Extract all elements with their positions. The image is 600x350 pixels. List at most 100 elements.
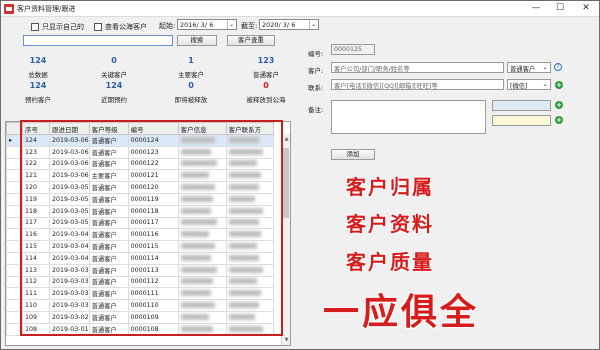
scroll-up-icon[interactable]: ▲ — [282, 134, 290, 144]
search-button[interactable]: 搜索 — [177, 35, 217, 46]
vertical-scrollbar[interactable]: ▲ ▼ — [281, 134, 290, 345]
checkbox-box[interactable] — [31, 23, 39, 31]
checkbox-box[interactable] — [94, 23, 102, 31]
redacted-block — [228, 172, 261, 179]
redacted-block — [180, 219, 217, 226]
customer-input[interactable]: 客户公司/部门/职务/姓名等 — [331, 62, 504, 73]
row-indicator — [6, 310, 23, 324]
redacted-block — [228, 243, 257, 250]
only-mine-checkbox[interactable]: 只显示自己的 — [31, 22, 84, 32]
redacted-cell — [177, 157, 227, 171]
table-cell: 0000113 — [127, 263, 179, 277]
redacted-cell — [177, 287, 227, 301]
extra-field-2[interactable] — [492, 115, 551, 126]
row-indicator-header — [6, 122, 23, 135]
table-cell: 普通客户 — [88, 157, 129, 171]
end-date-value: 2020/ 3/ 6 — [262, 21, 296, 29]
table-cell: 122 — [22, 157, 50, 171]
table-row[interactable]: 109 2019-03-02 普通客户 0000109 — [6, 310, 274, 324]
id-label: 编号: — [308, 50, 324, 58]
view-public-checkbox[interactable]: 查看公海客户 — [94, 22, 147, 32]
table-row[interactable]: 111 2019-03-03 普通客户 0000111 — [6, 287, 274, 301]
table-row[interactable]: 116 2019-03-04 普通客户 0000116 — [6, 228, 274, 242]
redacted-cell — [177, 299, 227, 312]
redacted-cell — [177, 275, 227, 289]
table-cell: 121 — [22, 169, 50, 183]
redacted-cell — [225, 134, 274, 147]
redacted-cell — [177, 216, 227, 230]
stat-label: 主要客户 — [178, 71, 204, 79]
end-date-label: 截至: — [241, 22, 258, 30]
customer-pool-button[interactable]: 客户查重 — [227, 35, 275, 46]
scrollbar-thumb[interactable] — [283, 148, 289, 218]
chevron-down-icon[interactable]: ⌄ — [541, 63, 549, 72]
table-cell: 0000122 — [127, 157, 179, 171]
table-row[interactable]: 108 2019-03-01 普通客户 0000108 — [6, 322, 274, 336]
table-cell: 112 — [22, 275, 50, 289]
table-row[interactable]: 122 2019-03-06 普通客户 0000122 — [6, 157, 274, 171]
table-row[interactable]: 115 2019-03-04 普通客户 0000115 — [6, 240, 274, 253]
row-indicator — [6, 275, 23, 289]
table-row[interactable]: 110 2019-03-03 普通客户 0000110 — [6, 299, 274, 312]
customer-level-select[interactable]: 普通客户 ⌄ — [507, 62, 551, 73]
add-field-icon[interactable]: + — [555, 116, 563, 124]
add-field-icon[interactable]: + — [555, 101, 563, 109]
chevron-down-icon[interactable]: ⌄ — [309, 20, 317, 29]
table-cell: 2019-03-04 — [49, 240, 90, 253]
table-row[interactable]: 112 2019-03-03 普通客户 0000112 — [6, 275, 274, 289]
redacted-cell — [225, 251, 274, 265]
table-row[interactable]: 117 2019-03-05 普通客户 0000117 — [6, 216, 274, 230]
table-row[interactable]: 118 2019-03-05 普通客户 0000118 — [6, 204, 274, 218]
promo-line-2: 客户资料 — [346, 212, 434, 236]
table-row[interactable]: 113 2019-03-03 普通客户 0000113 — [6, 263, 274, 277]
start-date-label: 起始: — [159, 22, 176, 30]
extra-field-1[interactable] — [492, 100, 551, 111]
table-cell: 普通客户 — [88, 322, 129, 336]
stat-label: 预约客户 — [25, 96, 51, 104]
search-input[interactable] — [23, 35, 173, 46]
column-header[interactable]: 客户联系方 — [225, 122, 274, 135]
column-header[interactable]: 跟进日期 — [49, 122, 90, 135]
scroll-down-icon[interactable]: ▼ — [282, 335, 290, 345]
redacted-cell — [177, 251, 227, 265]
table-row[interactable]: 114 2019-03-04 普通客户 0000114 — [6, 251, 274, 265]
chevron-down-icon[interactable]: ⌄ — [227, 20, 235, 29]
table-row[interactable]: ▸ 124 2019-03-06 普通客户 0000124 — [6, 134, 274, 147]
start-date-picker[interactable]: 2016/ 3/ 6 ⌄ — [177, 19, 237, 30]
contact-input[interactable]: 客户[电话][微信][QQ][邮箱][旺旺]等 — [331, 79, 504, 90]
note-textarea[interactable] — [331, 100, 486, 134]
promo-line-1: 客户归属 — [346, 175, 434, 199]
contact-type-select[interactable]: [微信] ⌄ — [507, 79, 551, 90]
minimize-button[interactable]: — — [523, 1, 549, 16]
table-cell: 2019-03-03 — [49, 275, 90, 289]
redacted-block — [228, 290, 261, 297]
column-header[interactable]: 客户信息 — [177, 122, 227, 135]
column-header[interactable]: 编号 — [127, 122, 179, 135]
table-cell: 0000119 — [127, 192, 179, 206]
table-row[interactable]: 120 2019-03-05 普通客户 0000120 — [6, 181, 274, 194]
table-cell: 0000115 — [127, 240, 179, 253]
table-cell: 0000118 — [127, 204, 179, 218]
table-row[interactable]: 123 2019-03-06 普通客户 0000123 — [6, 145, 274, 159]
table-cell: 普通客户 — [88, 287, 129, 301]
redacted-cell — [177, 240, 227, 253]
maximize-button[interactable]: ☐ — [547, 1, 573, 16]
column-header[interactable]: 序号 — [22, 122, 50, 135]
column-header[interactable]: 客户等级 — [88, 122, 129, 135]
table-cell: 2019-03-03 — [49, 299, 90, 312]
redacted-cell — [177, 228, 227, 242]
chevron-down-icon[interactable]: ⌄ — [541, 80, 549, 89]
add-contact-icon[interactable]: + — [555, 81, 563, 89]
table-row[interactable]: 119 2019-03-05 普通客户 0000119 — [6, 192, 274, 206]
stat-label: 被释放到公海 — [246, 96, 286, 104]
stat-value: 0 — [111, 56, 117, 65]
table-row[interactable]: 121 2019-03-06 主要客户 0000121 — [6, 169, 274, 183]
add-button[interactable]: 添加 — [331, 149, 375, 160]
close-button[interactable]: ✕ — [573, 1, 599, 16]
row-indicator — [6, 322, 23, 336]
customer-table[interactable]: 序号 跟进日期 客户等级 编号 客户信息 客户联系方 ▸ 124 2019-03-06 普通客户… — [5, 121, 291, 346]
redacted-cell — [225, 322, 274, 336]
id-field: 0000125 — [331, 44, 375, 55]
end-date-picker[interactable]: 2020/ 3/ 6 ⌄ — [259, 19, 319, 30]
help-icon[interactable]: ? — [554, 63, 562, 71]
